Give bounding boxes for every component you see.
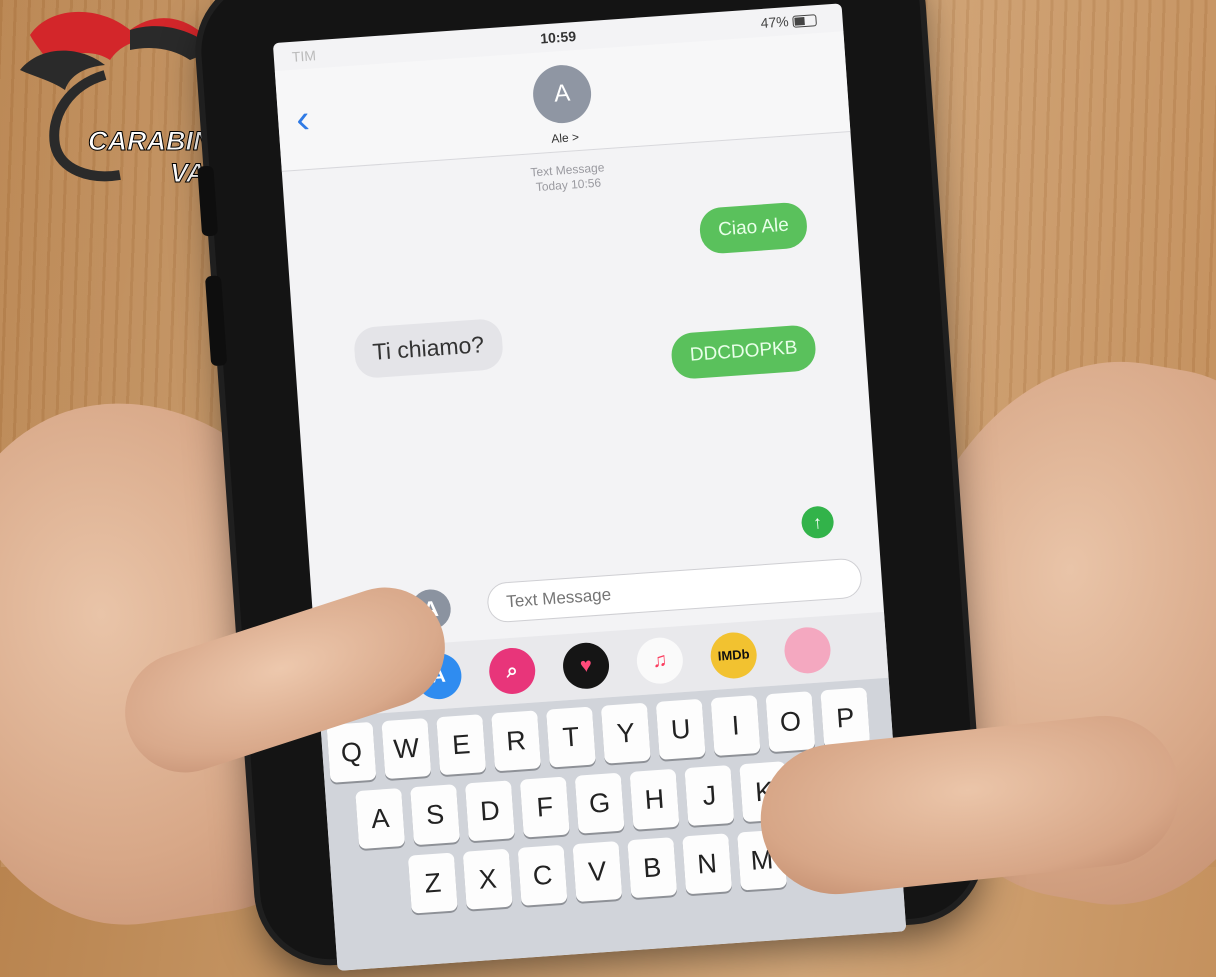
send-arrow-icon[interactable]: ↑ [800,505,835,540]
sticker-app-icon[interactable] [782,625,833,675]
key-g[interactable]: G [574,772,625,834]
key-x[interactable]: X [462,848,513,910]
imdb-icon[interactable]: IMDb [709,630,759,681]
message-input[interactable] [486,557,863,624]
key-c[interactable]: C [517,844,568,906]
key-a[interactable]: A [355,787,406,850]
key-p[interactable]: P [820,687,871,749]
key-b[interactable]: B [627,837,678,899]
battery-indicator: 47% [760,11,818,32]
message-bubble-outgoing[interactable]: Ciao Ale [698,201,809,255]
key-n[interactable]: N [682,833,733,895]
key-h[interactable]: H [629,768,680,830]
digital-touch-icon[interactable]: ♥ [561,641,611,691]
key-j[interactable]: J [684,764,735,827]
message-bubble-outgoing[interactable]: DDCDOPKB [670,324,817,380]
key-e[interactable]: E [436,714,487,776]
key-w[interactable]: W [381,718,432,780]
key-s[interactable]: S [410,784,461,846]
key-u[interactable]: U [655,698,706,760]
key-r[interactable]: R [491,710,542,772]
key-d[interactable]: D [464,780,515,842]
key-q[interactable]: Q [326,721,377,783]
key-v[interactable]: V [572,840,623,903]
key-f[interactable]: F [519,776,570,838]
message-bubble-incoming[interactable]: Ti chiamo? [352,317,504,380]
battery-percent: 47% [760,13,790,32]
contact-avatar[interactable]: A [531,63,594,126]
back-chevron-icon[interactable]: ‹ [295,97,311,142]
key-t[interactable]: T [546,706,596,768]
key-y[interactable]: Y [600,702,651,764]
search-heart-icon[interactable]: ⌕ [487,646,537,696]
key-i[interactable]: I [710,694,761,757]
battery-icon [792,14,818,29]
key-o[interactable]: O [765,691,816,753]
music-icon[interactable]: ♫ [635,636,685,686]
key-z[interactable]: Z [407,852,458,914]
